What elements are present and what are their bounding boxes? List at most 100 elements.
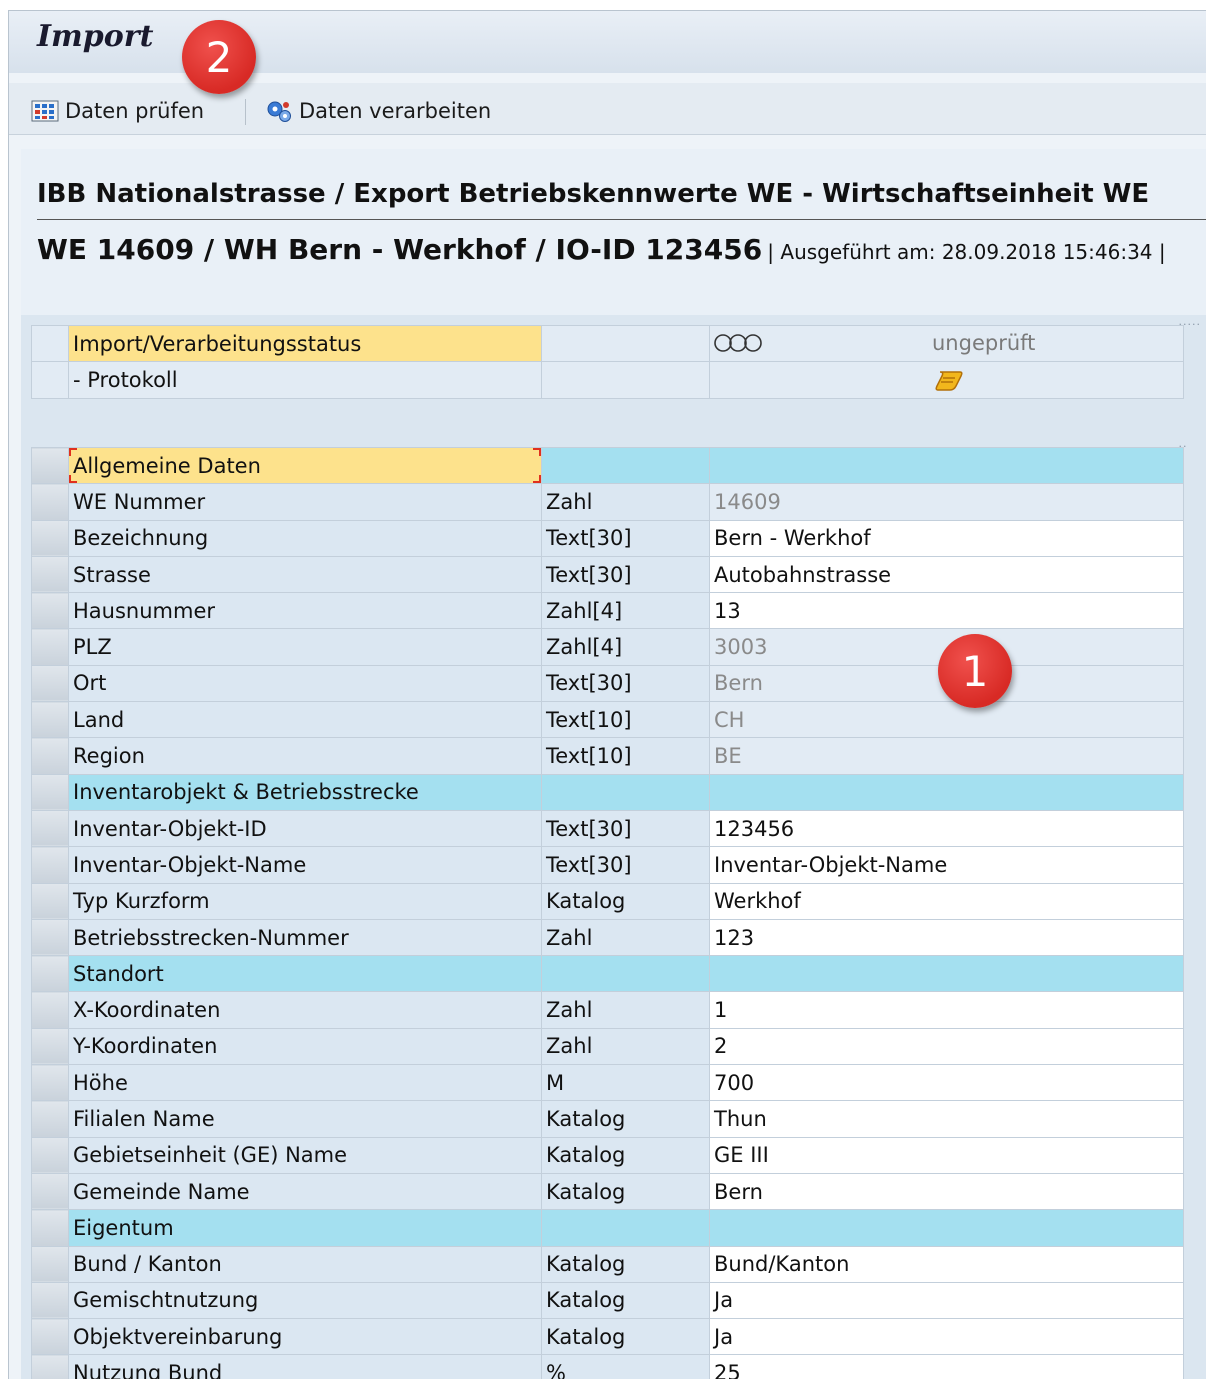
table-row: Betriebsstrecken-Nummer Zahl 123 bbox=[31, 918, 1184, 957]
subtitle-timestamp: | Ausgeführt am: 28.09.2018 15:46:34 | bbox=[767, 240, 1166, 264]
row-selector[interactable] bbox=[31, 882, 69, 920]
row-selector[interactable] bbox=[31, 1281, 69, 1320]
row-selector[interactable] bbox=[31, 592, 69, 630]
data-panel: ..... Allgemeine DatenWE NummerZahl14609… bbox=[21, 437, 1206, 1379]
focus-corner-mark bbox=[69, 448, 77, 456]
row-selector[interactable] bbox=[31, 446, 69, 485]
title-divider bbox=[37, 219, 1206, 220]
row-selector[interactable] bbox=[31, 737, 69, 775]
field-value[interactable]: Autobahnstrasse bbox=[709, 555, 1184, 594]
field-type: Text[30] bbox=[541, 846, 710, 884]
field-value[interactable]: 123456 bbox=[709, 809, 1184, 848]
table-row: Inventar-Objekt-ID Text[30] 123456 bbox=[31, 809, 1184, 848]
field-label: Inventar-Objekt-Name bbox=[68, 846, 542, 884]
field-value[interactable]: 2 bbox=[709, 1027, 1184, 1066]
row-selector[interactable] bbox=[31, 1209, 69, 1247]
focus-corner-mark bbox=[69, 475, 77, 483]
field-value[interactable]: Bern bbox=[709, 1172, 1184, 1211]
status-grid: Import/Verarbeitungsstatus ungeprüft - P… bbox=[31, 324, 1184, 399]
row-selector[interactable] bbox=[31, 664, 69, 703]
field-value[interactable]: 25 bbox=[709, 1354, 1184, 1379]
main-content: IBB Nationalstrasse / Export Betriebsken… bbox=[21, 149, 1206, 1379]
field-value[interactable]: 13 bbox=[709, 592, 1184, 630]
section-label[interactable]: Allgemeine Daten bbox=[68, 446, 542, 485]
row-selector[interactable] bbox=[31, 991, 69, 1029]
row-selector[interactable] bbox=[31, 483, 69, 521]
row-selector[interactable] bbox=[31, 701, 69, 739]
field-label: Region bbox=[68, 737, 542, 775]
row-selector[interactable] bbox=[31, 1172, 69, 1211]
row-selector[interactable] bbox=[31, 1136, 69, 1174]
app-title: Import bbox=[37, 19, 154, 54]
field-label: Gemischtnutzung bbox=[68, 1281, 542, 1320]
row-selector[interactable] bbox=[31, 361, 69, 399]
process-data-button[interactable]: Daten verarbeiten bbox=[265, 97, 491, 125]
row-selector[interactable] bbox=[31, 955, 69, 993]
field-label: X-Koordinaten bbox=[68, 991, 542, 1029]
field-type: Zahl[4] bbox=[541, 628, 710, 666]
field-label: Gebietseinheit (GE) Name bbox=[68, 1136, 542, 1174]
row-selector[interactable] bbox=[31, 1100, 69, 1138]
field-value[interactable]: 123 bbox=[709, 918, 1184, 957]
field-label: Typ Kurzform bbox=[68, 882, 542, 920]
row-selector[interactable] bbox=[31, 846, 69, 884]
field-value[interactable]: Werkhof bbox=[709, 882, 1184, 920]
field-value[interactable]: Ja bbox=[709, 1281, 1184, 1320]
field-value[interactable]: Ja bbox=[709, 1318, 1184, 1356]
import-window: Import Daten prüfen Daten verarbeiten IB… bbox=[8, 10, 1206, 1379]
field-type: Katalog bbox=[541, 1100, 710, 1138]
field-value[interactable]: GE III bbox=[709, 1136, 1184, 1174]
check-data-button[interactable]: Daten prüfen bbox=[31, 97, 204, 125]
row-selector[interactable] bbox=[31, 324, 69, 363]
field-type: Zahl bbox=[541, 991, 710, 1029]
field-type: Katalog bbox=[541, 1245, 710, 1283]
row-selector[interactable] bbox=[31, 1318, 69, 1356]
field-value[interactable]: Inventar-Objekt-Name bbox=[709, 846, 1184, 884]
status-value-cell: ungeprüft bbox=[709, 324, 1184, 363]
row-selector[interactable] bbox=[31, 918, 69, 957]
section-value bbox=[709, 446, 1184, 485]
section-row: Standort bbox=[31, 955, 1184, 993]
field-value: 14609 bbox=[709, 483, 1184, 521]
callout-badge-2: 2 bbox=[182, 20, 256, 94]
field-value[interactable]: 1 bbox=[709, 991, 1184, 1029]
table-row: WE Nummer Zahl 14609 bbox=[31, 483, 1184, 521]
field-type: Katalog bbox=[541, 1136, 710, 1174]
row-selector[interactable] bbox=[31, 555, 69, 594]
field-type bbox=[541, 1209, 710, 1247]
field-type: M bbox=[541, 1064, 710, 1102]
scrollbar-track[interactable] bbox=[1186, 426, 1206, 1379]
row-selector[interactable] bbox=[31, 1027, 69, 1066]
status-label: Import/Verarbeitungsstatus bbox=[68, 324, 542, 363]
row-selector[interactable] bbox=[31, 628, 69, 666]
row-selector[interactable] bbox=[31, 519, 69, 557]
table-row: PLZ Zahl[4] 3003 bbox=[31, 628, 1184, 666]
field-value[interactable]: Thun bbox=[709, 1100, 1184, 1138]
field-value[interactable]: Bern - Werkhof bbox=[709, 519, 1184, 557]
scroll-icon[interactable] bbox=[934, 369, 964, 397]
row-selector[interactable] bbox=[31, 809, 69, 848]
field-label: Land bbox=[68, 701, 542, 739]
row-selector[interactable] bbox=[31, 773, 69, 811]
gears-icon bbox=[265, 99, 293, 123]
field-type: Text[10] bbox=[541, 701, 710, 739]
row-selector[interactable] bbox=[31, 1354, 69, 1379]
field-type: Katalog bbox=[541, 882, 710, 920]
process-data-label: Daten verarbeiten bbox=[299, 99, 492, 123]
field-label: Hausnummer bbox=[68, 592, 542, 630]
field-type: Zahl bbox=[541, 918, 710, 957]
table-row: Inventar-Objekt-Name Text[30] Inventar-Obj… bbox=[31, 846, 1184, 884]
field-value[interactable]: 700 bbox=[709, 1064, 1184, 1102]
table-row: Typ Kurzform Katalog Werkhof bbox=[31, 882, 1184, 920]
check-data-label: Daten prüfen bbox=[65, 99, 205, 123]
table-row: Höhe M 700 bbox=[31, 1064, 1184, 1102]
field-label: Gemeinde Name bbox=[68, 1172, 542, 1211]
table-row: Strasse Text[30] Autobahnstrasse bbox=[31, 555, 1184, 594]
row-selector[interactable] bbox=[31, 1245, 69, 1283]
field-label: Strasse bbox=[68, 555, 542, 594]
row-selector[interactable] bbox=[31, 1064, 69, 1102]
section-label: Eigentum bbox=[68, 1209, 542, 1247]
field-type bbox=[541, 955, 710, 993]
field-value[interactable]: Bund/Kanton bbox=[709, 1245, 1184, 1283]
field-type: Text[30] bbox=[541, 519, 710, 557]
